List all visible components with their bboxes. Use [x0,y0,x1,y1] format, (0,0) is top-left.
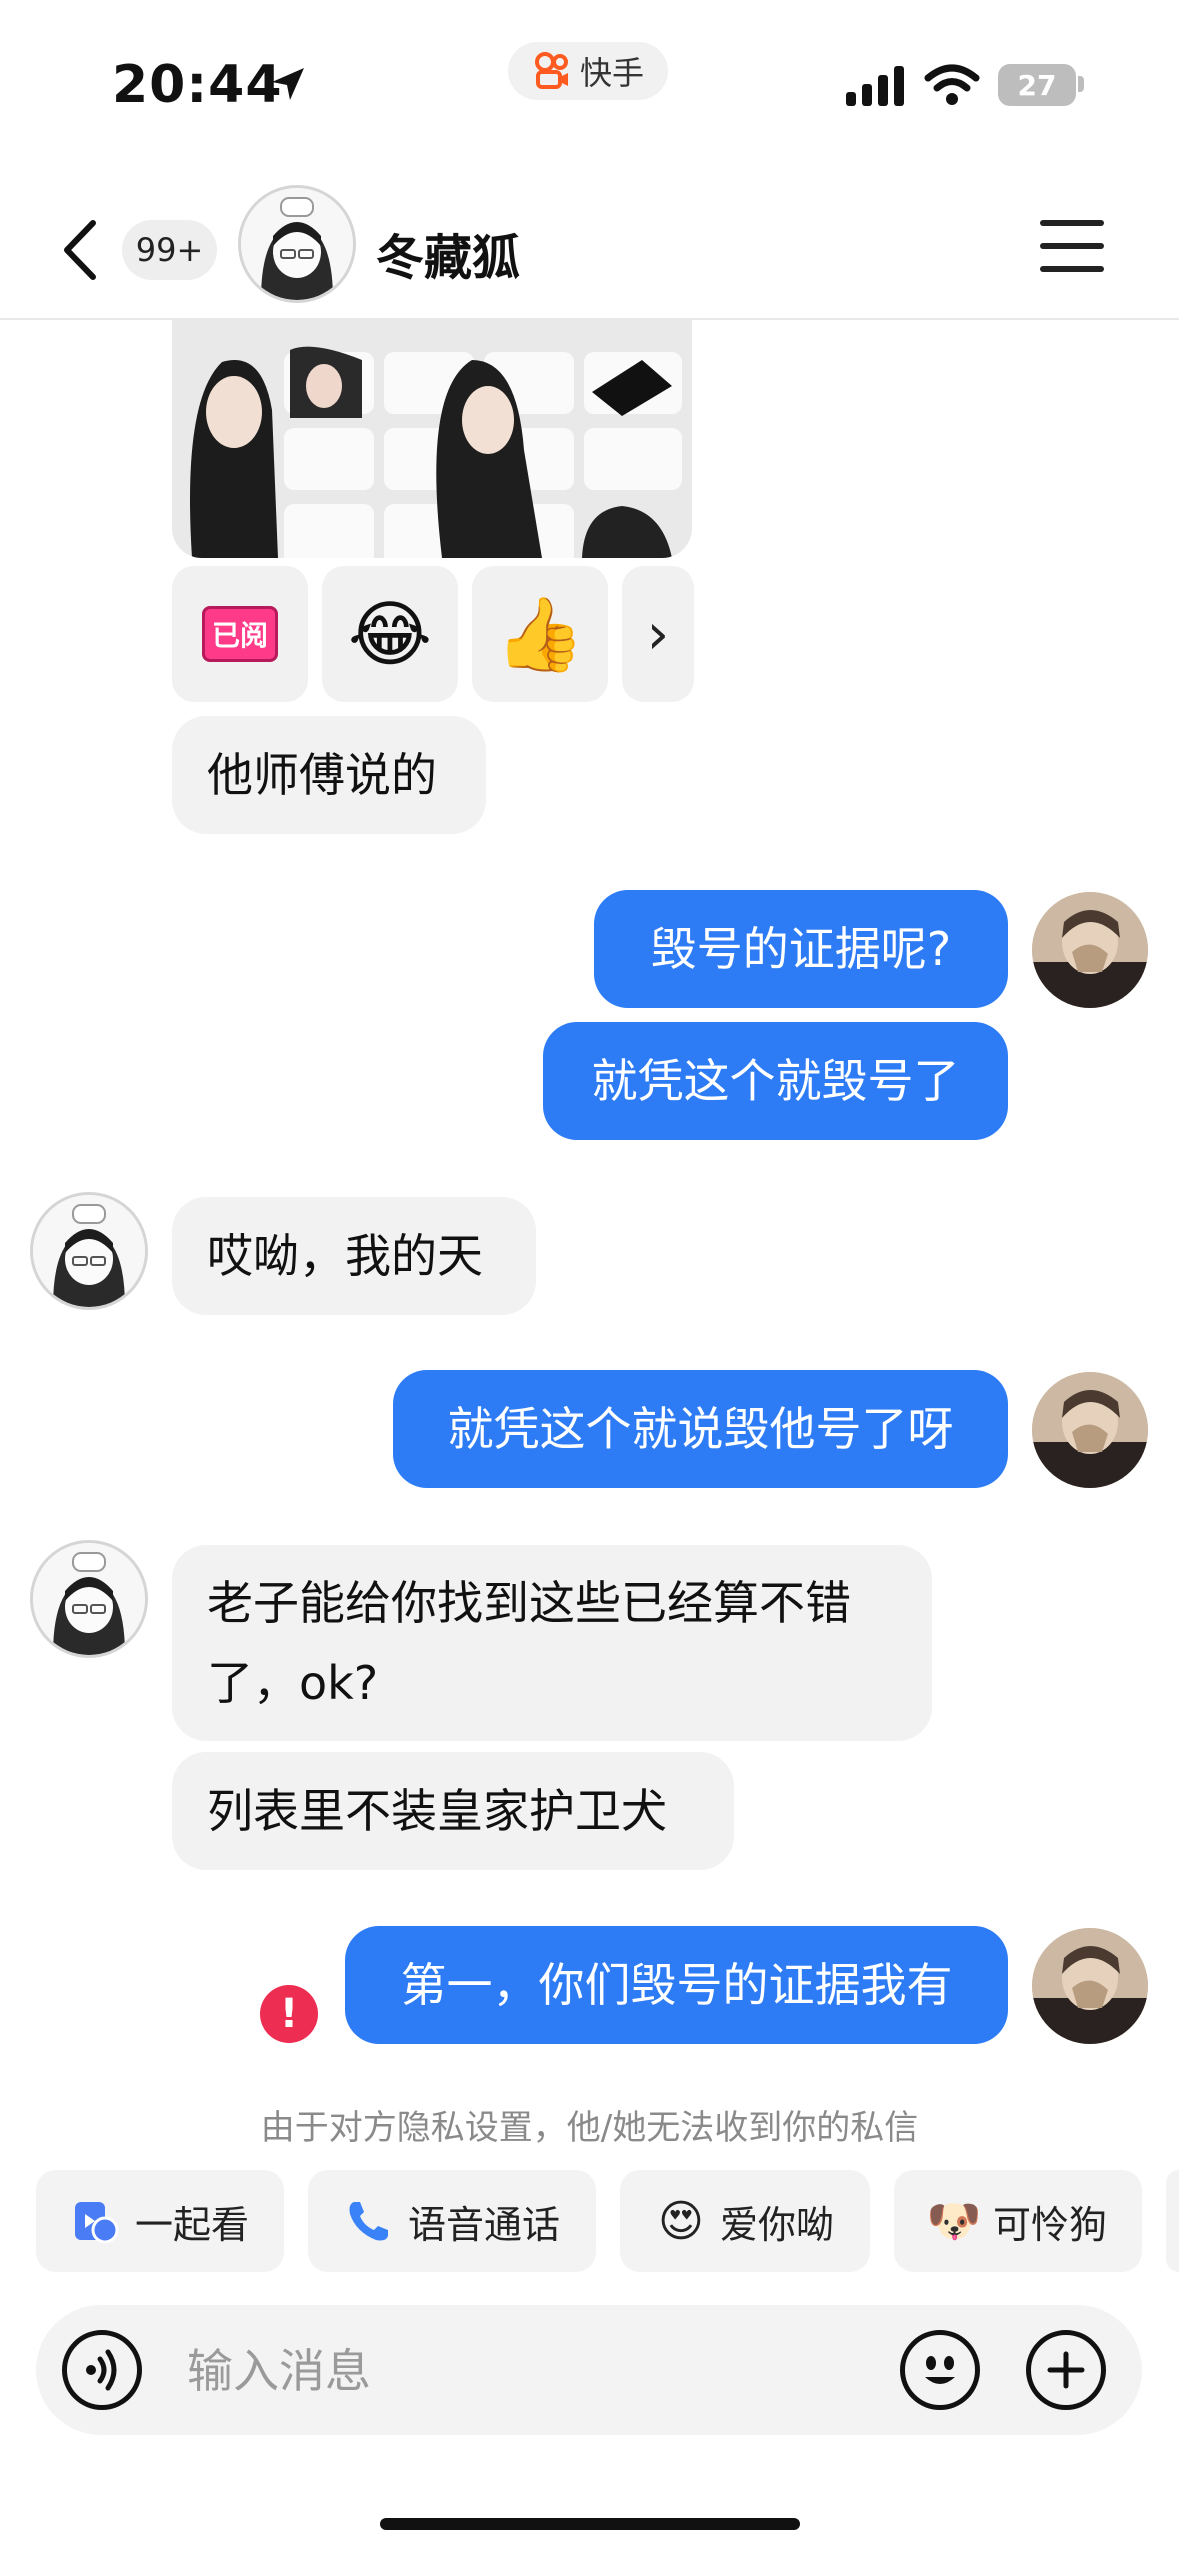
message-incoming[interactable]: 老子能给你找到这些已经算不错了，ok? [172,1545,932,1741]
quick-action-watch-together[interactable]: 一起看 [36,2170,284,2272]
privacy-notice: 由于对方隐私设置，他/她无法收到你的私信 [260,2108,919,2148]
my-avatar[interactable] [1032,1372,1148,1488]
contact-avatar[interactable] [30,1192,148,1310]
kuaishou-logo-icon [534,52,568,89]
kuaishou-pill-label: 快手 [579,54,644,92]
contact-avatar[interactable] [30,1540,148,1658]
thumbs-up-emoji-icon: 👍 [495,591,585,676]
user-photo-icon [1032,1928,1148,2044]
back-arrow-icon[interactable] [55,215,105,285]
anime-avatar-icon [33,1543,145,1655]
message-incoming[interactable]: 哎呦，我的天 [172,1197,536,1315]
quick-action-label: 一起看 [134,2202,249,2247]
anime-avatar-icon [241,188,353,300]
photo-collage-image [172,320,692,558]
message-incoming[interactable]: 列表里不装皇家护卫犬 [172,1752,734,1870]
message-outgoing[interactable]: 毁号的证据呢? [594,890,1008,1008]
quick-action-overflow[interactable] [1166,2170,1179,2272]
dog-face-icon: 🐶 [926,2196,982,2247]
status-time: 20:44 [112,55,283,115]
message-outgoing[interactable]: 就凭这个就毁号了 [543,1022,1008,1140]
watch-together-icon [74,2202,119,2244]
anime-avatar-icon [33,1195,145,1307]
my-avatar[interactable] [1032,1928,1148,2044]
plus-icon [1047,2351,1085,2389]
quick-action-voice-call[interactable]: 语音通话 [308,2170,596,2272]
chevron-right-icon: › [646,601,670,667]
user-photo-icon [1032,892,1148,1008]
cellular-signal-icon [846,66,904,106]
quick-action-label: 爱你呦 [719,2202,834,2247]
message-outgoing-failed[interactable]: 第一，你们毁号的证据我有 [345,1926,1008,2044]
home-indicator[interactable] [380,2518,800,2530]
my-avatar[interactable] [1032,892,1148,1008]
laughing-emoji-icon: 😂 [347,592,433,676]
more-options-button[interactable] [1026,2330,1106,2410]
phone-icon [349,2202,388,2241]
quick-action-label: 语音通话 [407,2202,560,2247]
message-input[interactable] [185,2340,869,2402]
contact-name[interactable]: 冬藏狐 [376,218,520,288]
reaction-read[interactable]: 已阅 [172,566,308,702]
location-arrow-icon [272,68,304,100]
kuaishou-app-pill[interactable]: 快手 [508,42,668,100]
wifi-icon [924,64,980,105]
voice-input-button[interactable] [62,2330,142,2410]
battery-tip [1078,76,1084,92]
read-tag: 已阅 [202,606,278,662]
emoji-button[interactable] [900,2330,980,2410]
user-photo-icon [1032,1372,1148,1488]
message-incoming[interactable]: 他师傅说的 [172,716,486,834]
quick-action-love-you[interactable]: 😍 爱你呦 [620,2170,870,2272]
smiley-icon [925,2356,955,2384]
menu-icon[interactable] [1040,220,1104,276]
voice-wave-icon [86,2349,117,2391]
quick-action-label: 可怜狗 [992,2202,1107,2247]
battery-indicator: 27 [998,64,1076,106]
heart-eyes-icon: 😍 [658,2195,704,2247]
contact-avatar[interactable] [238,185,356,303]
reaction-laugh[interactable]: 😂 [322,566,458,702]
quick-action-pitiful-dog[interactable]: 🐶 可怜狗 [894,2170,1142,2272]
reaction-thumbs-up[interactable]: 👍 [472,566,608,702]
reaction-more[interactable]: › [622,566,694,702]
image-message[interactable] [172,320,692,558]
unread-count-badge[interactable]: 99+ [122,220,217,280]
send-failed-icon[interactable]: ! [260,1985,318,2043]
message-outgoing[interactable]: 就凭这个就说毁他号了呀 [393,1370,1008,1488]
